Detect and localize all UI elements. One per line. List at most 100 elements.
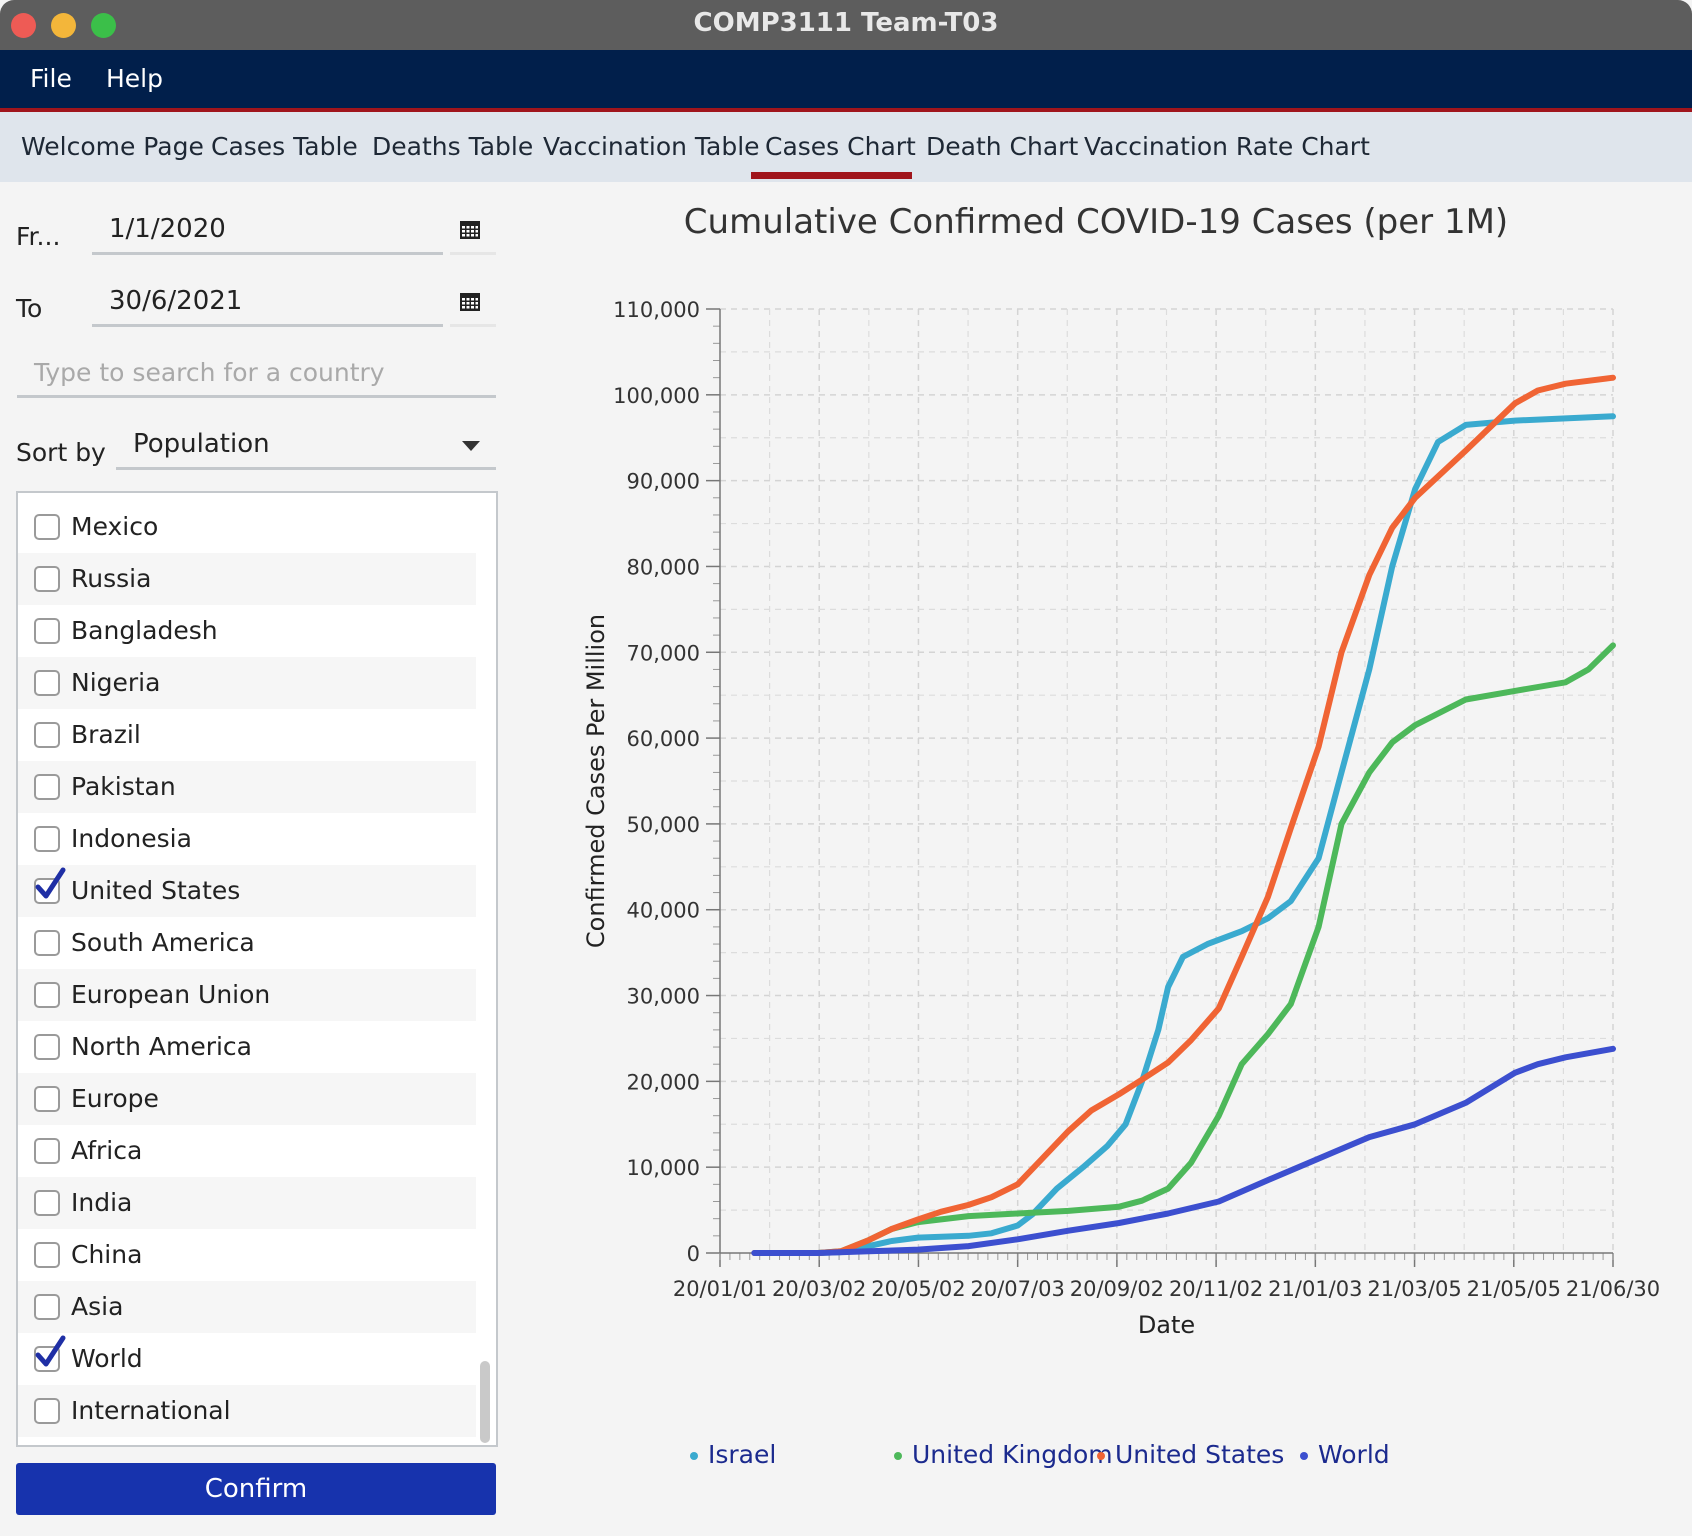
- calendar-icon: [460, 221, 480, 239]
- from-date-value: 1/1/2020: [109, 214, 226, 244]
- series-line-united-kingdom: [766, 642, 1616, 1256]
- chevron-down-icon: [462, 441, 480, 451]
- y-tick-label: 50,000: [627, 813, 700, 837]
- x-tick-label: 20/07/03: [971, 1277, 1065, 1301]
- country-row-russia[interactable]: Russia: [18, 553, 476, 605]
- tab-vaccination-rate-chart[interactable]: Vaccination Rate Chart: [1084, 132, 1370, 161]
- country-checkbox[interactable]: [34, 982, 60, 1008]
- tab-vaccination-table[interactable]: Vaccination Table: [543, 132, 760, 161]
- country-name: Europe: [71, 1084, 159, 1113]
- legend-item-israel: Israel: [690, 1440, 776, 1469]
- to-date-field[interactable]: 30/6/2021: [92, 280, 443, 327]
- legend-dot: [690, 1452, 698, 1460]
- y-tick-label: 0: [687, 1242, 700, 1266]
- tab-cases-chart[interactable]: Cases Chart: [765, 132, 916, 161]
- confirm-button[interactable]: Confirm: [16, 1463, 496, 1515]
- x-tick-label: 20/09/02: [1070, 1277, 1164, 1301]
- country-row-north-america[interactable]: North America: [18, 1021, 476, 1073]
- country-row-indonesia[interactable]: Indonesia: [18, 813, 476, 865]
- country-row-brazil[interactable]: Brazil: [18, 709, 476, 761]
- country-checkbox[interactable]: [34, 826, 60, 852]
- checkmark-icon: [35, 867, 66, 899]
- country-name: China: [71, 1240, 143, 1269]
- legend-label: United Kingdom: [912, 1440, 1113, 1469]
- legend-label: World: [1318, 1440, 1390, 1469]
- country-row-world[interactable]: World: [18, 1333, 476, 1385]
- country-name: World: [71, 1344, 143, 1373]
- country-list-scrollbar[interactable]: [480, 1361, 490, 1443]
- app-window: COMP3111 Team-T03 File Help Welcome Page…: [0, 0, 1692, 1536]
- tab-welcome-page[interactable]: Welcome Page: [21, 132, 204, 161]
- cases-line-chart: 0 10,000 20,000 30,000 40,000 50,000 60,000 70,…: [582, 298, 1660, 1339]
- menu-help[interactable]: Help: [106, 64, 163, 93]
- country-checkbox[interactable]: [34, 1242, 60, 1268]
- x-tick-label: 21/03/05: [1367, 1277, 1461, 1301]
- country-name: Bangladesh: [71, 616, 218, 645]
- title-bar: COMP3111 Team-T03: [0, 0, 1692, 50]
- country-checkbox[interactable]: [34, 1294, 60, 1320]
- from-date-picker-button[interactable]: [450, 208, 496, 255]
- country-checkbox[interactable]: [34, 1398, 60, 1424]
- country-checkbox[interactable]: [34, 618, 60, 644]
- country-row-bangladesh[interactable]: Bangladesh: [18, 605, 476, 657]
- country-row-nigeria[interactable]: Nigeria: [18, 657, 476, 709]
- to-label: To: [16, 294, 43, 323]
- legend-label: United States: [1115, 1440, 1285, 1469]
- country-row-china[interactable]: China: [18, 1229, 476, 1281]
- country-list[interactable]: Mexico Russia Bangladesh Nigeria Brazil Pakis…: [16, 491, 498, 1447]
- legend-dot: [1097, 1452, 1105, 1460]
- y-tick-label: 100,000: [613, 384, 700, 408]
- country-checkbox[interactable]: [34, 1034, 60, 1060]
- x-axis-label: Date: [1138, 1311, 1195, 1339]
- legend-dot: [1300, 1452, 1308, 1460]
- country-name: Africa: [71, 1136, 143, 1165]
- country-name: International: [71, 1396, 231, 1425]
- x-tick-label: 20/01/01: [673, 1277, 767, 1301]
- country-row-pakistan[interactable]: Pakistan: [18, 761, 476, 813]
- country-row-south-america[interactable]: South America: [18, 917, 476, 969]
- country-row-africa[interactable]: Africa: [18, 1125, 476, 1177]
- country-row-mexico[interactable]: Mexico: [18, 501, 476, 553]
- search-placeholder: Type to search for a country: [34, 358, 385, 387]
- active-tab-indicator: [751, 172, 912, 179]
- country-name: European Union: [71, 980, 271, 1009]
- y-tick-label: 90,000: [627, 470, 700, 494]
- x-tick-label: 21/05/05: [1467, 1277, 1561, 1301]
- country-checkbox[interactable]: [34, 774, 60, 800]
- country-name: Pakistan: [71, 772, 176, 801]
- country-name: Mexico: [71, 512, 159, 541]
- y-tick-label: 20,000: [627, 1070, 700, 1094]
- tab-deaths-table[interactable]: Deaths Table: [372, 132, 533, 161]
- country-checkbox[interactable]: [34, 722, 60, 748]
- country-checkbox[interactable]: [34, 930, 60, 956]
- country-checkbox[interactable]: [34, 670, 60, 696]
- country-name: Asia: [71, 1292, 124, 1321]
- country-row-asia[interactable]: Asia: [18, 1281, 476, 1333]
- tab-death-chart[interactable]: Death Chart: [926, 132, 1078, 161]
- country-checkbox[interactable]: [34, 566, 60, 592]
- from-date-field[interactable]: 1/1/2020: [92, 208, 443, 255]
- legend-label: Israel: [708, 1440, 777, 1469]
- country-checkbox[interactable]: [34, 1190, 60, 1216]
- country-name: United States: [71, 876, 241, 905]
- to-date-picker-button[interactable]: [450, 280, 496, 327]
- country-name: India: [71, 1188, 133, 1217]
- country-checkbox[interactable]: [34, 514, 60, 540]
- series-line-united-states: [751, 374, 1616, 1256]
- country-checkbox[interactable]: [34, 1138, 60, 1164]
- country-row-united-states[interactable]: United States: [18, 865, 476, 917]
- y-axis-label: Confirmed Cases Per Million: [582, 614, 610, 948]
- country-row-international[interactable]: International: [18, 1385, 476, 1437]
- sort-by-dropdown[interactable]: Population: [116, 423, 496, 470]
- tab-cases-table[interactable]: Cases Table: [211, 132, 358, 161]
- x-tick-label: 20/05/02: [871, 1277, 965, 1301]
- country-row-europe[interactable]: Europe: [18, 1073, 476, 1125]
- y-tick-label: 80,000: [627, 555, 700, 579]
- country-row-european-union[interactable]: European Union: [18, 969, 476, 1021]
- menu-bar: File Help: [0, 50, 1692, 112]
- menu-file[interactable]: File: [30, 64, 72, 93]
- chart-title: Cumulative Confirmed COVID-19 Cases (per…: [683, 202, 1509, 242]
- country-row-india[interactable]: India: [18, 1177, 476, 1229]
- country-checkbox[interactable]: [34, 1086, 60, 1112]
- country-search-input[interactable]: Type to search for a country: [17, 352, 496, 398]
